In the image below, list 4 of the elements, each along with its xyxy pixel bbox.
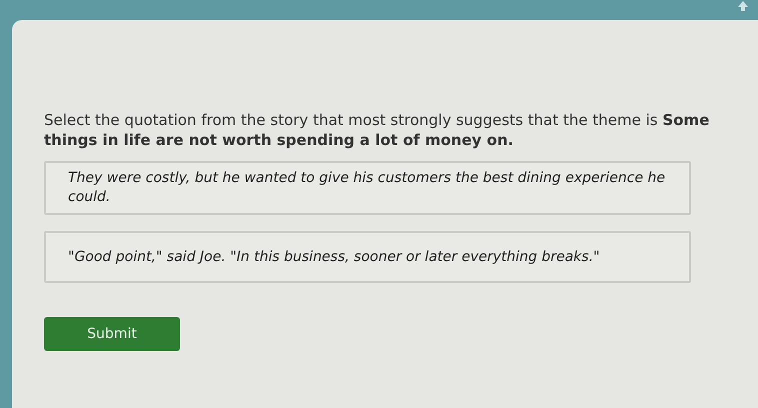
answer-option[interactable]: They were costly, but he wanted to give his customers the best dining experience he could. [44, 161, 691, 215]
submit-button[interactable]: Submit [44, 317, 180, 351]
question-text: Select the quotation from the story that most strongly suggests that the theme is Some things in life are not worth spending a lot of money on. [44, 110, 710, 150]
answer-option[interactable]: "Good point," said Joe. "In this business, sooner or later everything breaks." [44, 231, 691, 283]
